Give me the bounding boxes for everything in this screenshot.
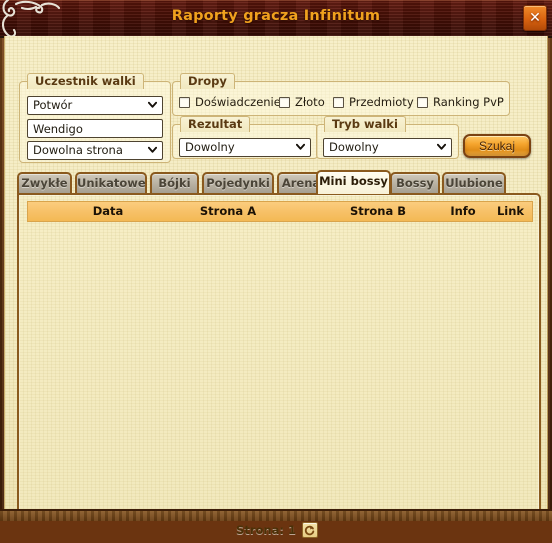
checkbox-box[interactable] — [417, 96, 428, 108]
drops-legend: Dropy — [180, 73, 235, 89]
game-window: Raporty gracza Infinitum ✕ Uczestnik wal… — [0, 0, 552, 538]
search-button[interactable]: Szukaj — [463, 134, 531, 158]
tab-label: Pojedynki — [206, 176, 270, 190]
result-select[interactable]: Dowolny — [179, 138, 311, 157]
tab-ulubione[interactable]: Ulubione — [442, 172, 506, 194]
result-legend: Rezultat — [180, 116, 251, 132]
page-indicator: Strona: 1 — [236, 523, 296, 537]
checkbox-przedmioty[interactable]: Przedmioty — [333, 95, 414, 109]
checkbox-label: Doświadczenie — [195, 95, 281, 109]
tab-label: Ulubione — [445, 176, 503, 190]
close-button[interactable]: ✕ — [523, 5, 547, 31]
window-bottom-edge — [0, 509, 552, 521]
checkbox-box[interactable] — [179, 96, 190, 108]
checkbox-box[interactable] — [279, 96, 290, 108]
tab-label: Mini bossy — [319, 174, 388, 188]
tab-label: Arena — [281, 176, 321, 190]
checkbox-doswiadczenie[interactable]: Doświadczenie — [179, 95, 281, 109]
battle-mode-legend: Tryb walki — [324, 116, 406, 132]
checkbox-ranking-pvp[interactable]: Ranking PvP — [417, 95, 504, 109]
reports-panel: Data Strona A Strona B Info Link — [17, 193, 541, 514]
refresh-icon — [305, 525, 315, 535]
table-header-row: Data Strona A Strona B Info Link — [27, 201, 533, 222]
checkbox-label: Złoto — [295, 95, 325, 109]
tab-bossy[interactable]: Bossy — [390, 172, 440, 194]
participant-name-input[interactable] — [27, 119, 163, 138]
tab-unikatowe[interactable]: Unikatowe — [75, 172, 147, 194]
tab-mini-bossy[interactable]: Mini bossy — [316, 170, 391, 194]
checkbox-label: Przedmioty — [349, 95, 414, 109]
tab-label: Zwykłe — [21, 176, 68, 190]
participant-type-select[interactable]: Potwór — [27, 96, 163, 115]
window-title-bar: Raporty gracza Infinitum ✕ — [0, 0, 552, 38]
battle-mode-select[interactable]: Dowolny — [323, 138, 452, 157]
column-header-strona-a: Strona A — [199, 204, 257, 218]
tab-zwykłe[interactable]: Zwykłe — [17, 172, 72, 194]
checkbox-zloto[interactable]: Złoto — [279, 95, 325, 109]
tab-pojedynki[interactable]: Pojedynki — [202, 172, 274, 194]
window-body: Uczestnik walki Potwór Dowolna strona Dr… — [4, 36, 548, 538]
tab-label: Bójki — [158, 176, 191, 190]
close-icon: ✕ — [529, 10, 541, 26]
participant-side-select[interactable]: Dowolna strona — [27, 141, 163, 160]
checkbox-label: Ranking PvP — [433, 95, 504, 109]
tab-bójki[interactable]: Bójki — [150, 172, 199, 194]
refresh-button[interactable] — [301, 522, 318, 538]
tab-label: Bossy — [396, 176, 434, 190]
page-title: Raporty gracza Infinitum — [171, 8, 381, 24]
column-header-link: Link — [496, 204, 525, 218]
tab-label: Unikatowe — [77, 176, 146, 190]
checkbox-box[interactable] — [333, 96, 344, 108]
participant-legend: Uczestnik walki — [27, 73, 144, 89]
table-body — [27, 220, 531, 506]
